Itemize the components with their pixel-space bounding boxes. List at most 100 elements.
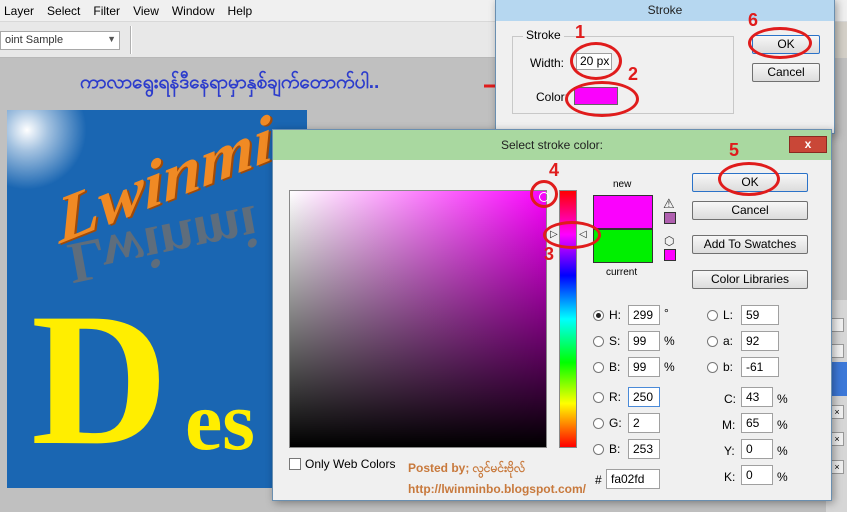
input-h[interactable]: 299 bbox=[628, 305, 660, 325]
annotation-ellipse-field bbox=[530, 180, 558, 208]
input-k[interactable]: 0 bbox=[741, 465, 773, 485]
only-web-colors-label: Only Web Colors bbox=[305, 457, 396, 471]
toolbar-separator bbox=[130, 26, 132, 54]
stroke-group-title: Stroke bbox=[523, 28, 564, 42]
annotation-number-2: 2 bbox=[628, 64, 639, 84]
gamut-swatch[interactable] bbox=[664, 212, 676, 224]
stroke-cancel-button[interactable]: Cancel bbox=[752, 63, 820, 82]
menu-select[interactable]: Select bbox=[47, 4, 80, 18]
unit-m: % bbox=[777, 418, 788, 432]
out-of-gamut-warning-icon[interactable]: ⚠ bbox=[663, 196, 675, 212]
color-picker-title-text: Select stroke color: bbox=[500, 138, 604, 152]
menu-help[interactable]: Help bbox=[228, 4, 253, 18]
radio-lab-b[interactable] bbox=[707, 362, 718, 373]
web-safe-swatch[interactable] bbox=[664, 249, 676, 261]
panel-close-icon[interactable]: × bbox=[830, 432, 844, 446]
annotation-number-1: 1 bbox=[575, 22, 586, 42]
label-lab-b: b: bbox=[723, 360, 734, 374]
artwork-letter-d: D bbox=[31, 275, 169, 485]
color-libraries-button[interactable]: Color Libraries bbox=[692, 270, 808, 289]
new-color-swatch bbox=[593, 195, 653, 229]
radio-s[interactable] bbox=[593, 336, 604, 347]
input-l[interactable]: 59 bbox=[741, 305, 779, 325]
menu-window[interactable]: Window bbox=[172, 4, 215, 18]
unit-y: % bbox=[777, 444, 788, 458]
radio-r[interactable] bbox=[593, 392, 604, 403]
panel-button[interactable] bbox=[830, 344, 844, 358]
unit-b: % bbox=[664, 360, 675, 374]
stroke-dialog-title: Stroke bbox=[496, 0, 834, 21]
radio-l[interactable] bbox=[707, 310, 718, 321]
label-r: R: bbox=[609, 390, 621, 404]
sample-size-select[interactable]: oint Sample ▼ bbox=[0, 31, 120, 50]
annotation-number-4: 4 bbox=[549, 160, 560, 180]
annotation-ellipse-picker-ok bbox=[718, 162, 780, 196]
input-a[interactable]: 92 bbox=[741, 331, 779, 351]
color-label: Color: bbox=[536, 90, 569, 104]
label-s: S: bbox=[609, 334, 621, 348]
menu-layer[interactable]: Layer bbox=[4, 4, 34, 18]
input-c[interactable]: 43 bbox=[741, 387, 773, 407]
input-s[interactable]: 99 bbox=[628, 331, 660, 351]
add-to-swatches-button[interactable]: Add To Swatches bbox=[692, 235, 808, 254]
label-a: a: bbox=[723, 334, 734, 348]
label-b: B: bbox=[609, 360, 621, 374]
label-y: Y: bbox=[724, 444, 735, 458]
label-l: L: bbox=[723, 308, 734, 322]
radio-b-blue[interactable] bbox=[593, 444, 604, 455]
hex-input[interactable]: fa02fd bbox=[606, 469, 660, 489]
annotation-ellipse-stroke-ok bbox=[748, 27, 812, 59]
input-r[interactable]: 250 bbox=[628, 387, 660, 407]
radio-h[interactable] bbox=[593, 310, 604, 321]
label-c: C: bbox=[724, 392, 736, 406]
input-lab-b[interactable]: -61 bbox=[741, 357, 779, 377]
document-canvas[interactable]: Lwinmi Lwinmi D es bbox=[7, 110, 307, 488]
annotation-ellipse-width bbox=[570, 42, 622, 80]
panel-button[interactable] bbox=[830, 318, 844, 332]
panel-close-icon[interactable]: × bbox=[830, 460, 844, 474]
web-safe-cube-icon[interactable]: ⬡ bbox=[664, 234, 674, 248]
radio-b[interactable] bbox=[593, 362, 604, 373]
instruction-text: ကာလာရွေးရန်ဒီနေရာမှာနှစ်ချက်တောက်ပါ.. bbox=[80, 72, 380, 93]
close-icon[interactable]: x bbox=[789, 136, 827, 153]
menu-view[interactable]: View bbox=[133, 4, 159, 18]
width-label: Width: bbox=[530, 56, 565, 70]
unit-h: ° bbox=[664, 306, 669, 320]
unit-c: % bbox=[777, 392, 788, 406]
radio-a[interactable] bbox=[707, 336, 718, 347]
input-y[interactable]: 0 bbox=[741, 439, 773, 459]
color-field[interactable] bbox=[289, 190, 547, 448]
stroke-dialog-title-text: Stroke bbox=[647, 3, 683, 17]
input-b-blue[interactable]: 253 bbox=[628, 439, 660, 459]
hex-prefix: # bbox=[595, 473, 602, 487]
annotation-ellipse-color bbox=[565, 81, 639, 117]
annotation-number-5: 5 bbox=[729, 140, 740, 160]
annotation-number-6: 6 bbox=[748, 10, 759, 30]
sample-size-value: oint Sample bbox=[5, 34, 64, 46]
blog-url-text: http://lwinminbo.blogspot.com/ bbox=[408, 482, 586, 496]
input-m[interactable]: 65 bbox=[741, 413, 773, 433]
artwork-letters-es: es bbox=[185, 375, 255, 468]
annotation-number-3: 3 bbox=[544, 244, 555, 264]
menu-filter[interactable]: Filter bbox=[93, 4, 120, 18]
only-web-colors-checkbox[interactable] bbox=[289, 458, 301, 470]
stroke-dialog: Stroke Stroke Width: Color: OK Cancel bbox=[495, 0, 835, 134]
radio-g[interactable] bbox=[593, 418, 604, 429]
label-k: K: bbox=[724, 470, 736, 484]
label-m: M: bbox=[722, 418, 736, 432]
panel-close-icon[interactable]: × bbox=[830, 405, 844, 419]
chevron-down-icon: ▼ bbox=[107, 34, 116, 44]
current-color-swatch[interactable] bbox=[593, 229, 653, 263]
color-picker-title: Select stroke color: x bbox=[273, 130, 831, 160]
options-bar: oint Sample ▼ bbox=[0, 22, 500, 58]
picker-cancel-button[interactable]: Cancel bbox=[692, 201, 808, 220]
input-g[interactable]: 2 bbox=[628, 413, 660, 433]
input-b-brightness[interactable]: 99 bbox=[628, 357, 660, 377]
label-b-blue: B: bbox=[609, 442, 621, 456]
unit-s: % bbox=[664, 334, 675, 348]
label-h: H: bbox=[609, 308, 621, 322]
posted-by-text: Posted by; လွင်မင်းဗိုလ် bbox=[408, 461, 526, 475]
new-color-label: new bbox=[613, 179, 632, 190]
current-color-label: current bbox=[606, 267, 638, 278]
unit-k: % bbox=[777, 470, 788, 484]
